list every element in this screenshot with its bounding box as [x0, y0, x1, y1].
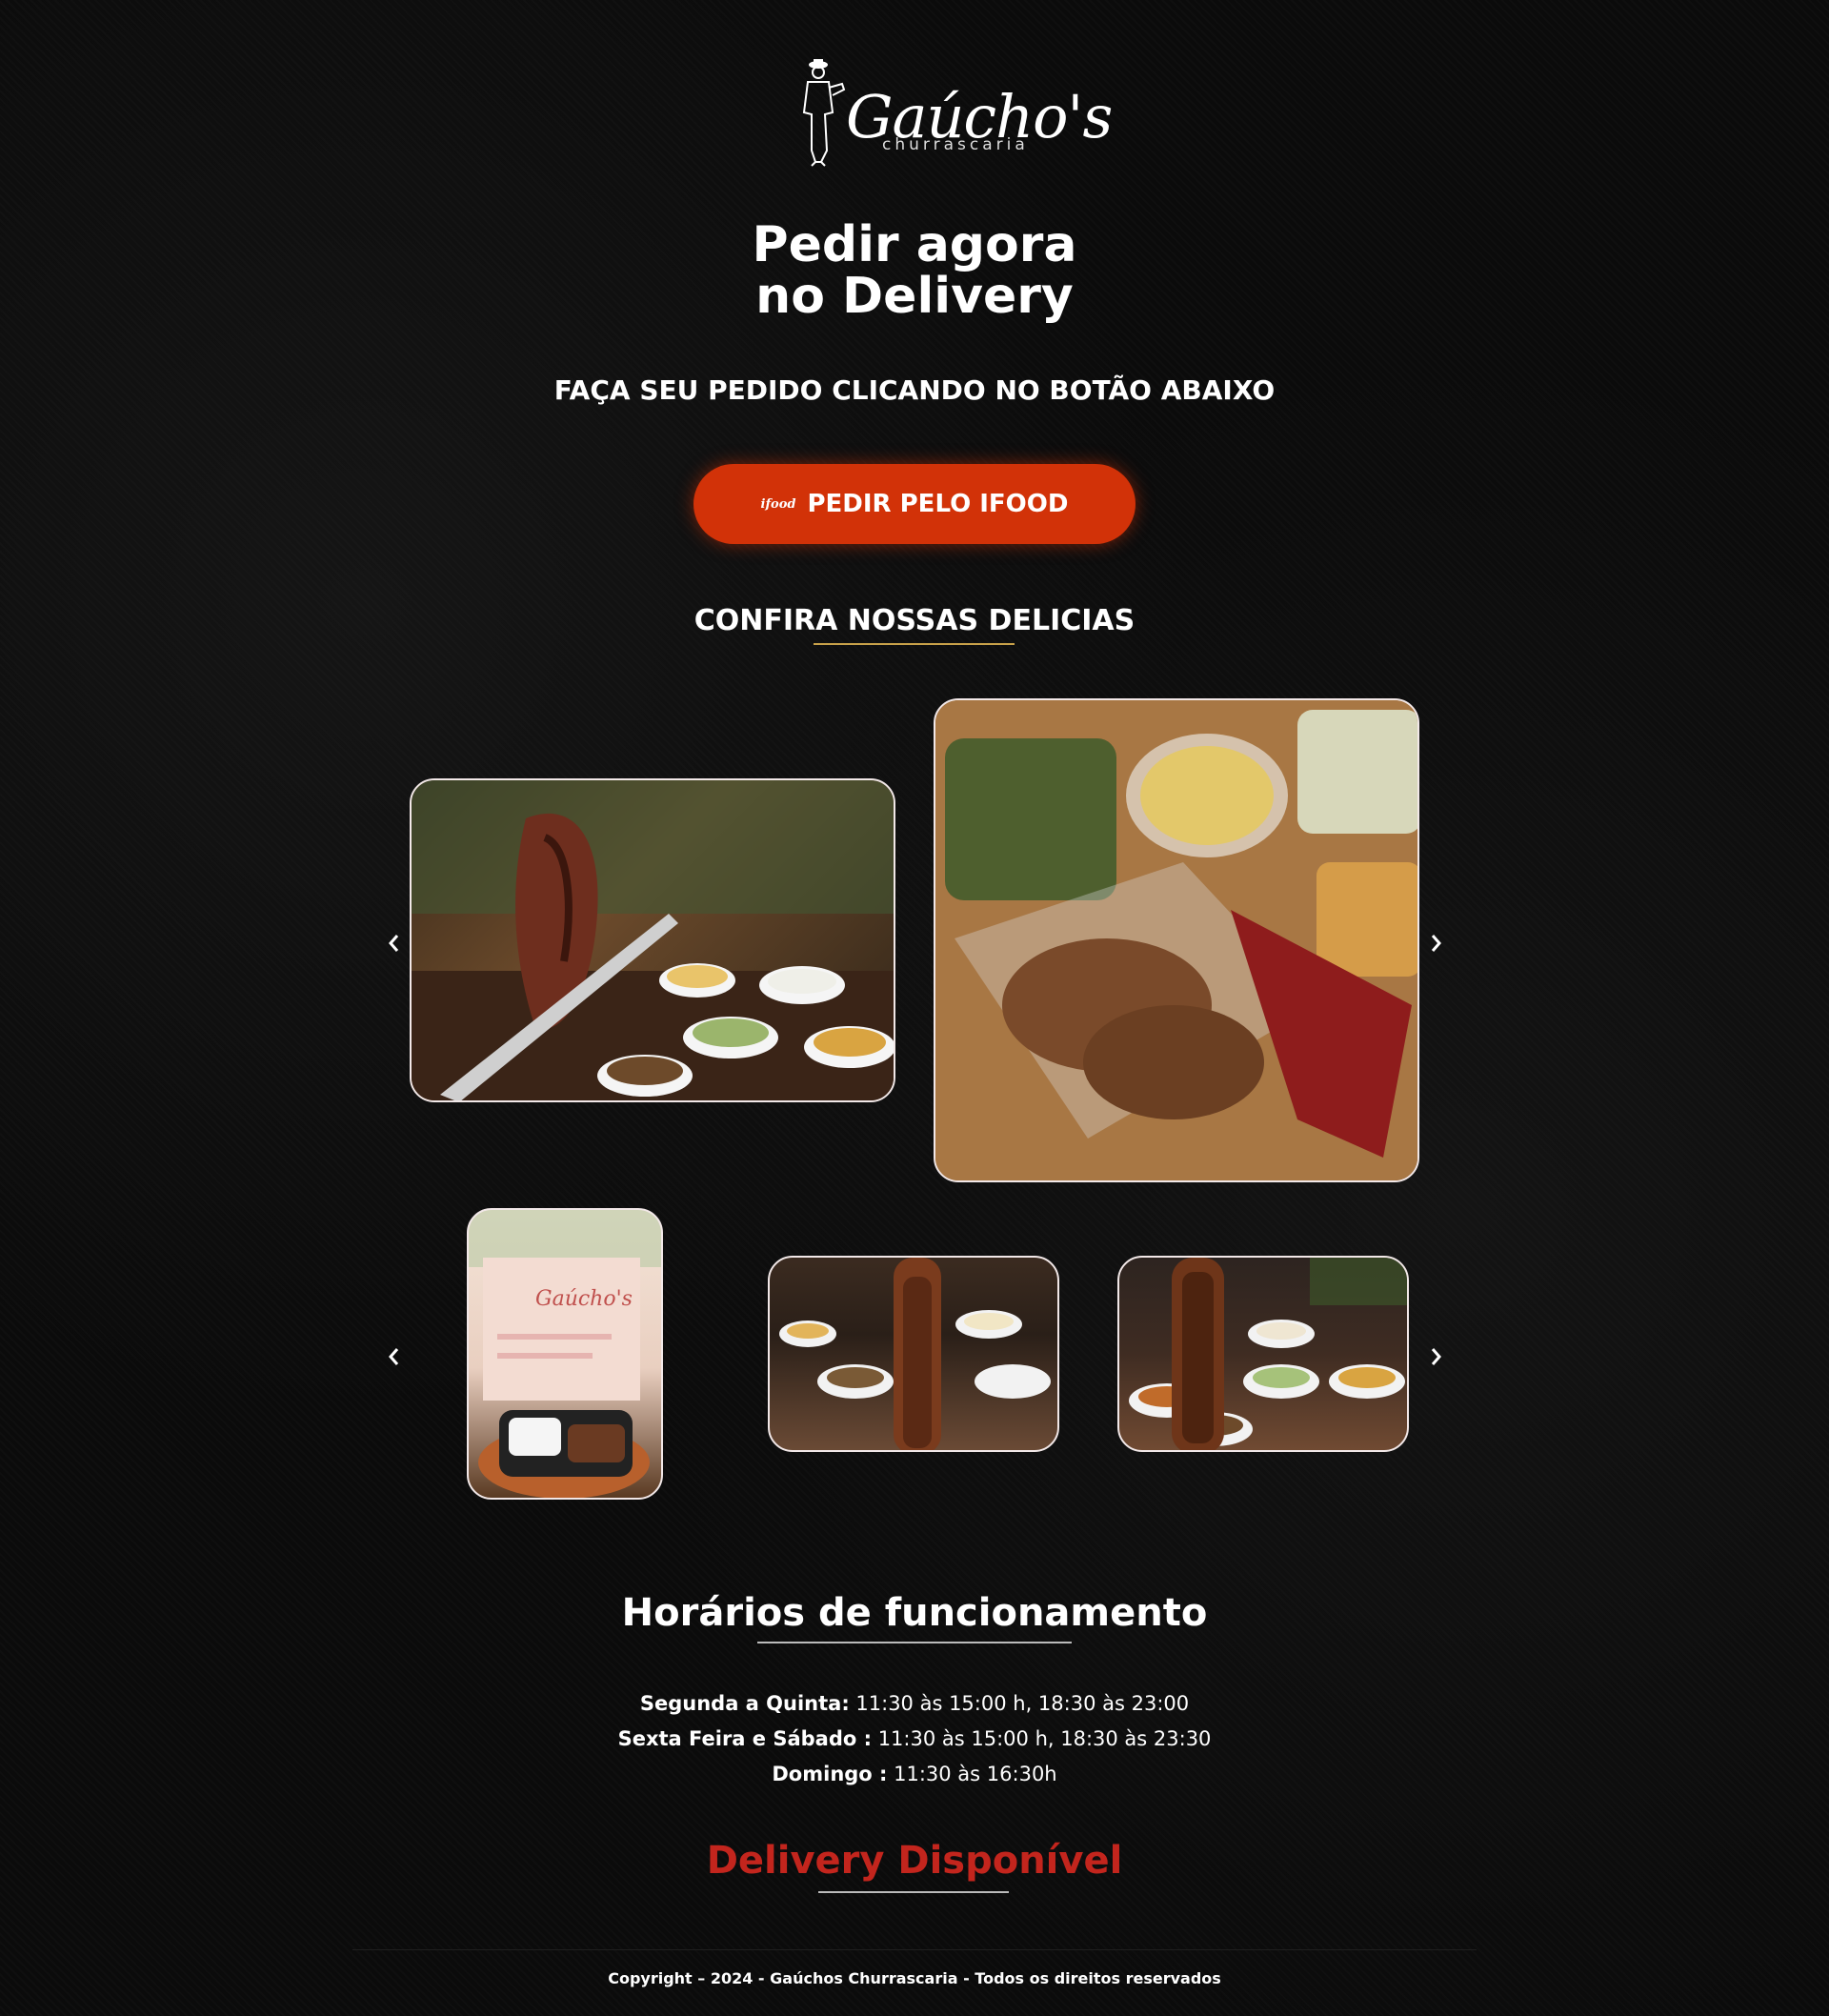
delivery-available-heading: Delivery Disponível	[706, 1839, 1123, 1883]
hours-title: Horários de funcionamento	[621, 1591, 1208, 1635]
chevron-left-icon	[389, 1348, 399, 1365]
order-ifood-button[interactable]: ifood PEDIR PELO IFOOD	[693, 464, 1136, 544]
gallery-photo-skewer-sides[interactable]	[1117, 1256, 1409, 1452]
hours-row: Segunda a Quinta: 11:30 às 15:00 h, 18:3…	[0, 1686, 1829, 1722]
hours-row: Sexta Feira e Sábado : 11:30 às 15:00 h,…	[0, 1722, 1829, 1757]
hours-list: Segunda a Quinta: 11:30 às 15:00 h, 18:3…	[0, 1686, 1829, 1792]
gallery-title: CONFIRA NOSSAS DELICIAS	[693, 604, 1136, 637]
page-title-line1: Pedir agora	[752, 216, 1077, 273]
ifood-icon: ifood	[760, 496, 796, 512]
order-ifood-label: PEDIR PELO IFOOD	[807, 490, 1069, 518]
gallery-photo-delivery-box[interactable]	[934, 698, 1419, 1182]
chevron-right-icon	[1431, 935, 1441, 952]
page-title: Pedir agora no Delivery	[0, 219, 1829, 322]
food-photo-2	[935, 700, 1417, 1180]
gaucho-figure-icon	[802, 59, 846, 167]
hours-time: 11:30 às 15:00 h, 18:30 às 23:00	[849, 1692, 1190, 1715]
chevron-left-icon	[389, 935, 399, 952]
hours-time: 11:30 às 15:00 h, 18:30 às 23:30	[872, 1727, 1212, 1750]
footer-divider	[352, 1949, 1477, 1950]
food-photo-5	[1129, 1258, 1407, 1450]
hours-title-underline	[757, 1642, 1072, 1643]
food-photo-4	[779, 1258, 1051, 1450]
gallery-photo-marmita[interactable]: Gaúcho's	[467, 1208, 663, 1500]
hours-time: 11:30 às 16:30h	[887, 1763, 1057, 1785]
carousel-1-next-button[interactable]	[1422, 924, 1451, 962]
chevron-right-icon	[1431, 1348, 1441, 1365]
hours-day: Segunda a Quinta:	[639, 1692, 850, 1715]
hours-day: Sexta Feira e Sábado :	[617, 1727, 873, 1750]
brand-tagline: churrascaria	[882, 135, 1029, 154]
page-subtitle: FAÇA SEU PEDIDO CLICANDO NO BOTÃO ABAIXO	[553, 374, 1276, 406]
page-title-line2: no Delivery	[755, 268, 1074, 325]
gallery-title-underline	[814, 643, 1015, 645]
food-photo-1	[412, 780, 894, 1100]
gallery-photo-picanha-skewer[interactable]	[410, 778, 895, 1102]
food-photo-3: Gaúcho's	[469, 1210, 661, 1498]
gallery-photo-skewer-table[interactable]	[768, 1256, 1059, 1452]
brand-logo[interactable]: Gaúcho's churrascaria	[791, 55, 1113, 168]
svg-text:Gaúcho's: Gaúcho's	[535, 1287, 633, 1311]
carousel-1-prev-button[interactable]	[379, 924, 408, 962]
delivery-underline	[818, 1891, 1009, 1893]
hours-day: Domingo :	[772, 1763, 888, 1785]
footer-copyright: Copyright – 2024 - Gaúchos Churrascaria …	[608, 1969, 1221, 1987]
carousel-2-next-button[interactable]	[1422, 1338, 1451, 1376]
hours-row: Domingo : 11:30 às 16:30h	[0, 1757, 1829, 1792]
carousel-2-prev-button[interactable]	[379, 1338, 408, 1376]
